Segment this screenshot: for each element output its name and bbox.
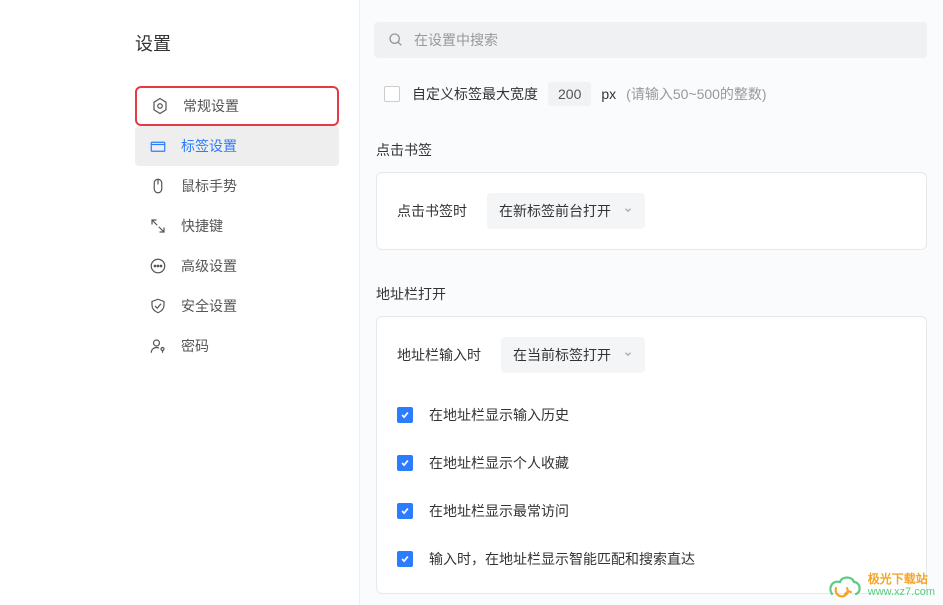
watermark-title: 极光下载站 (868, 573, 935, 587)
addressbar-option-favorites: 在地址栏显示个人收藏 (397, 439, 906, 487)
dots-circle-icon (149, 257, 167, 275)
sidebar-item-security[interactable]: 安全设置 (135, 286, 339, 326)
watermark-logo-icon (826, 574, 862, 598)
sidebar: 设置 常规设置 标签设置 (0, 0, 360, 605)
watermark: 极光下载站 www.xz7.com (826, 573, 935, 599)
sidebar-item-general[interactable]: 常规设置 (135, 86, 339, 126)
bookmark-section-title: 点击书签 (360, 132, 943, 172)
max-width-checkbox[interactable] (384, 86, 400, 102)
bookmark-row: 点击书签时 在新标签前台打开 (397, 193, 906, 229)
mouse-icon (149, 177, 167, 195)
max-width-input[interactable]: 200 (548, 82, 591, 106)
option-label: 在地址栏显示最常访问 (429, 501, 569, 521)
sidebar-item-label: 密码 (181, 336, 325, 356)
tabs-icon (149, 137, 167, 155)
main-content: 自定义标签最大宽度 200 px (请输入50~500的整数) 点击书签 点击书… (360, 0, 943, 605)
addressbar-panel: 地址栏输入时 在当前标签打开 在地址栏显示输入历史 在地址栏显示个人 (376, 316, 927, 594)
option-label: 在地址栏显示输入历史 (429, 405, 569, 425)
sidebar-item-label: 标签设置 (181, 136, 325, 156)
search-input[interactable] (414, 32, 913, 48)
max-width-hint: (请输入50~500的整数) (626, 84, 766, 104)
bookmark-panel: 点击书签时 在新标签前台打开 (376, 172, 927, 250)
bookmark-dropdown[interactable]: 在新标签前台打开 (487, 193, 645, 229)
sidebar-item-tabs[interactable]: 标签设置 (135, 126, 339, 166)
hexagon-gear-icon (151, 97, 169, 115)
page-title: 设置 (0, 20, 359, 86)
addressbar-section-title: 地址栏打开 (360, 276, 943, 316)
watermark-text: 极光下载站 www.xz7.com (868, 573, 935, 599)
max-width-row: 自定义标签最大宽度 200 px (请输入50~500的整数) (360, 82, 943, 132)
sidebar-item-label: 快捷键 (181, 216, 325, 236)
checkbox-favorites[interactable] (397, 455, 413, 471)
sidebar-item-label: 常规设置 (183, 96, 323, 116)
sidebar-item-label: 安全设置 (181, 296, 325, 316)
user-key-icon (149, 337, 167, 355)
nav-list: 常规设置 标签设置 鼠标手势 (0, 86, 359, 366)
option-label: 在地址栏显示个人收藏 (429, 453, 569, 473)
shield-icon (149, 297, 167, 315)
expand-arrows-icon (149, 217, 167, 235)
checkbox-history[interactable] (397, 407, 413, 423)
addressbar-option-history: 在地址栏显示输入历史 (397, 391, 906, 439)
max-width-label: 自定义标签最大宽度 (412, 84, 538, 104)
addressbar-row-label: 地址栏输入时 (397, 345, 481, 365)
sidebar-item-label: 鼠标手势 (181, 176, 325, 196)
addressbar-dropdown-value: 在当前标签打开 (513, 345, 611, 365)
sidebar-item-advanced[interactable]: 高级设置 (135, 246, 339, 286)
addressbar-row: 地址栏输入时 在当前标签打开 (397, 337, 906, 373)
bookmark-row-label: 点击书签时 (397, 201, 467, 221)
addressbar-dropdown[interactable]: 在当前标签打开 (501, 337, 645, 373)
max-width-unit: px (601, 86, 616, 102)
sidebar-item-shortcuts[interactable]: 快捷键 (135, 206, 339, 246)
search-icon (388, 32, 404, 48)
bookmark-dropdown-value: 在新标签前台打开 (499, 201, 611, 221)
search-bar[interactable] (374, 22, 927, 58)
checkbox-mostvisited[interactable] (397, 503, 413, 519)
sidebar-item-mouse-gesture[interactable]: 鼠标手势 (135, 166, 339, 206)
option-label: 输入时，在地址栏显示智能匹配和搜索直达 (429, 549, 695, 569)
chevron-down-icon (623, 205, 633, 218)
checkbox-smartsearch[interactable] (397, 551, 413, 567)
chevron-down-icon (623, 349, 633, 362)
addressbar-option-mostvisited: 在地址栏显示最常访问 (397, 487, 906, 535)
watermark-url: www.xz7.com (868, 586, 935, 599)
sidebar-item-password[interactable]: 密码 (135, 326, 339, 366)
sidebar-item-label: 高级设置 (181, 256, 325, 276)
